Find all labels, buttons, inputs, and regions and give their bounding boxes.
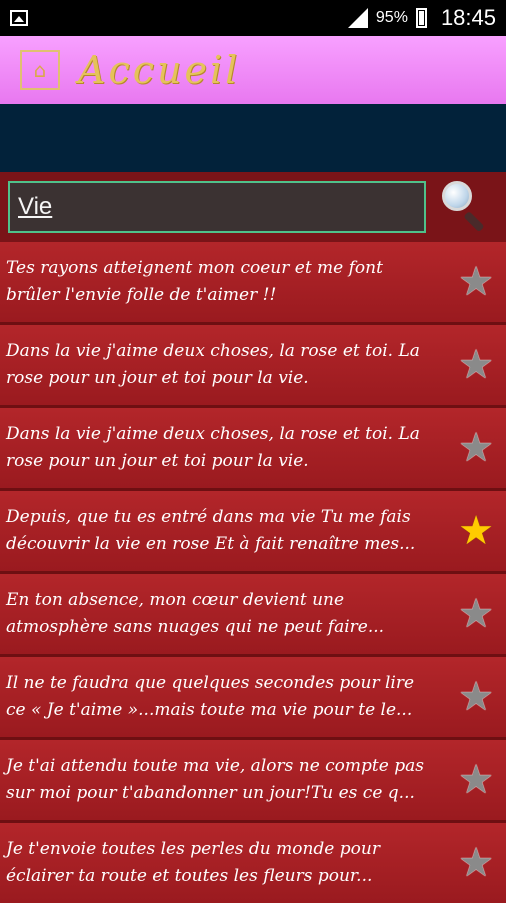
search-field[interactable]: [8, 181, 426, 233]
star-icon[interactable]: ★: [446, 594, 506, 634]
list-item[interactable]: Je t'envoie toutes les perles du monde p…: [0, 823, 506, 903]
star-icon[interactable]: ★: [446, 843, 506, 883]
status-bar: 95% 18:45: [0, 0, 506, 36]
star-icon[interactable]: ★: [446, 511, 506, 551]
search-icon: [442, 181, 472, 211]
clock: 18:45: [440, 5, 496, 30]
quote-text: Dans la vie j'aime deux choses, la rose …: [6, 341, 420, 388]
list-item[interactable]: Il ne te faudra que quelques secondes po…: [0, 657, 506, 737]
list-item[interactable]: Dans la vie j'aime deux choses, la rose …: [0, 408, 506, 488]
quote-text: Depuis, que tu es entré dans ma vie Tu m…: [6, 507, 416, 554]
list-item[interactable]: Dans la vie j'aime deux choses, la rose …: [0, 325, 506, 405]
list-item[interactable]: Je t'ai attendu toute ma vie, alors ne c…: [0, 740, 506, 820]
search-bar: [0, 172, 506, 242]
quote-text: Je t'envoie toutes les perles du monde p…: [6, 839, 380, 886]
list-item[interactable]: Tes rayons atteignent mon coeur et me fo…: [0, 242, 506, 322]
signal-icon: [347, 8, 368, 28]
battery-icon: [415, 8, 427, 28]
star-icon[interactable]: ★: [446, 345, 506, 385]
quote-text: Il ne te faudra que quelques secondes po…: [6, 673, 415, 720]
search-button[interactable]: [438, 177, 498, 237]
star-icon[interactable]: ★: [446, 428, 506, 468]
star-icon[interactable]: ★: [446, 677, 506, 717]
battery-percent: 95%: [375, 9, 408, 26]
list-item[interactable]: Depuis, que tu es entré dans ma vie Tu m…: [0, 491, 506, 571]
star-icon[interactable]: ★: [446, 262, 506, 302]
quote-text: Je t'ai attendu toute ma vie, alors ne c…: [6, 756, 424, 803]
quote-text: Tes rayons atteignent mon coeur et me fo…: [6, 258, 383, 305]
page-title: Accueil: [78, 48, 241, 92]
quote-list: Tes rayons atteignent mon coeur et me fo…: [0, 242, 506, 903]
home-icon[interactable]: ⌂: [20, 50, 60, 90]
quote-text: Dans la vie j'aime deux choses, la rose …: [6, 424, 420, 471]
gallery-notification-icon: [10, 10, 28, 26]
search-input[interactable]: [16, 192, 424, 222]
banner-area: [0, 104, 506, 172]
quote-text: En ton absence, mon cœur devient une atm…: [6, 590, 385, 637]
app-header: ⌂ Accueil: [0, 36, 506, 104]
star-icon[interactable]: ★: [446, 760, 506, 800]
list-item[interactable]: En ton absence, mon cœur devient une atm…: [0, 574, 506, 654]
